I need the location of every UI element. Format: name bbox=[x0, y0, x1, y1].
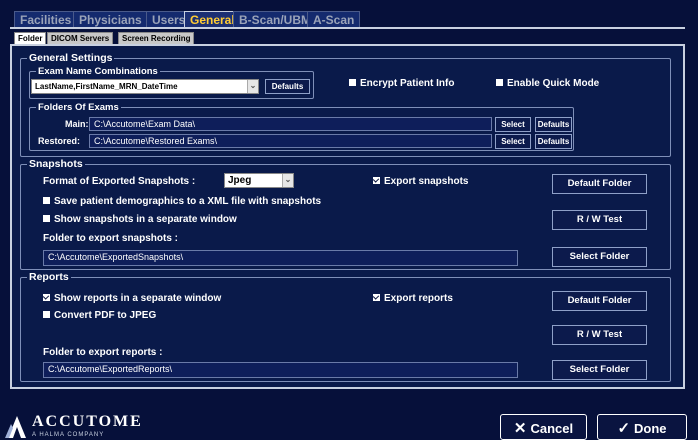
convert-pdf-checkbox[interactable] bbox=[43, 311, 50, 318]
logo-text: ACCUTOME bbox=[32, 413, 143, 430]
quick-mode-label: Enable Quick Mode bbox=[507, 78, 600, 89]
restored-folder-label: Restored: bbox=[38, 136, 81, 146]
restored-folder-field[interactable]: C:\Accutome\Restored Exams\ bbox=[89, 134, 492, 148]
chevron-down-icon: ⌄ bbox=[282, 174, 293, 187]
reports-select-folder-button[interactable]: Select Folder bbox=[552, 360, 647, 380]
general-settings-title: General Settings bbox=[27, 52, 115, 65]
snapshot-format-select[interactable]: Jpeg ⌄ bbox=[224, 173, 294, 188]
encrypt-patient-info-option[interactable]: Encrypt Patient Info bbox=[349, 78, 454, 90]
show-reports-checkbox[interactable] bbox=[43, 294, 50, 301]
save-demographics-checkbox[interactable] bbox=[43, 197, 50, 204]
convert-pdf-label: Convert PDF to JPEG bbox=[54, 310, 157, 321]
quick-mode-checkbox[interactable] bbox=[496, 79, 503, 86]
done-button[interactable]: ✓ Done bbox=[597, 414, 687, 440]
export-reports-option[interactable]: Export reports bbox=[373, 293, 453, 305]
tab-divider bbox=[10, 27, 685, 29]
tab-ascan[interactable]: A-Scan bbox=[307, 11, 361, 27]
exam-name-combinations-title: Exam Name Combinations bbox=[36, 65, 160, 78]
tab-physicians[interactable]: Physicians bbox=[73, 11, 148, 27]
main-select-button[interactable]: Select bbox=[495, 117, 531, 132]
snapshot-format-value: Jpeg bbox=[228, 175, 252, 186]
save-demographics-label: Save patient demographics to a XML file … bbox=[54, 196, 322, 207]
checkmark-icon: ✓ bbox=[617, 420, 631, 437]
folders-of-exams-group: Folders Of Exams Main: C:\Accutome\Exam … bbox=[29, 101, 574, 151]
export-snapshots-checkbox[interactable] bbox=[373, 177, 380, 184]
folder-settings-panel: General Settings Exam Name Combinations … bbox=[10, 44, 685, 389]
export-snapshots-option[interactable]: Export snapshots bbox=[373, 176, 468, 188]
accutome-logo: ACCUTOME A HALMA COMPANY bbox=[4, 408, 174, 440]
main-folder-label: Main: bbox=[65, 119, 89, 129]
main-defaults-button[interactable]: Defaults bbox=[535, 117, 572, 132]
convert-pdf-option[interactable]: Convert PDF to JPEG bbox=[43, 310, 156, 322]
accutome-logo-icon bbox=[5, 416, 26, 438]
show-reports-label: Show reports in a separate window bbox=[54, 293, 222, 304]
show-snapshots-checkbox[interactable] bbox=[43, 215, 50, 222]
encrypt-checkbox[interactable] bbox=[349, 79, 356, 86]
reports-default-folder-button[interactable]: Default Folder bbox=[552, 291, 647, 311]
restored-select-button[interactable]: Select bbox=[495, 134, 531, 149]
exam-name-defaults-button[interactable]: Defaults bbox=[265, 79, 310, 94]
done-label: Done bbox=[634, 421, 667, 436]
tab-facilities[interactable]: Facilities bbox=[14, 11, 78, 27]
folders-of-exams-title: Folders Of Exams bbox=[36, 101, 121, 114]
main-folder-field[interactable]: C:\Accutome\Exam Data\ bbox=[89, 117, 492, 131]
snapshots-rw-test-button[interactable]: R / W Test bbox=[552, 210, 647, 230]
snapshots-default-folder-button[interactable]: Default Folder bbox=[552, 174, 647, 194]
chevron-down-icon: ⌄ bbox=[247, 80, 258, 93]
encrypt-label: Encrypt Patient Info bbox=[360, 78, 455, 89]
show-reports-separate-option[interactable]: Show reports in a separate window bbox=[43, 293, 221, 305]
restored-defaults-button[interactable]: Defaults bbox=[535, 134, 572, 149]
snapshots-title: Snapshots bbox=[27, 158, 85, 171]
save-demographics-option[interactable]: Save patient demographics to a XML file … bbox=[43, 196, 321, 208]
export-reports-checkbox[interactable] bbox=[373, 294, 380, 301]
logo-subtext: A HALMA COMPANY bbox=[32, 432, 105, 438]
reports-title: Reports bbox=[27, 271, 71, 284]
tab-bscan-ubm[interactable]: B-Scan/UBM bbox=[233, 11, 318, 27]
cancel-label: Cancel bbox=[530, 421, 574, 436]
snapshot-folder-field[interactable]: C:\Accutome\ExportedSnapshots\ bbox=[43, 250, 518, 266]
show-snapshots-separate-option[interactable]: Show snapshots in a separate window bbox=[43, 214, 237, 226]
cancel-button[interactable]: ✕ Cancel bbox=[500, 414, 587, 440]
reports-folder-field[interactable]: C:\Accutome\ExportedReports\ bbox=[43, 362, 518, 378]
snapshots-group: Snapshots Format of Exported Snapshots :… bbox=[20, 158, 671, 270]
close-icon: ✕ bbox=[513, 420, 527, 437]
exam-name-select[interactable]: LastName,FirstName_MRN_DateTime ⌄ bbox=[31, 79, 259, 94]
snapshot-format-label: Format of Exported Snapshots : bbox=[43, 176, 196, 187]
enable-quick-mode-option[interactable]: Enable Quick Mode bbox=[496, 78, 599, 90]
export-snapshots-label: Export snapshots bbox=[384, 176, 469, 187]
general-settings-group: General Settings Exam Name Combinations … bbox=[20, 52, 671, 157]
snapshot-folder-label: Folder to export snapshots : bbox=[43, 233, 179, 244]
reports-folder-label: Folder to export reports : bbox=[43, 347, 163, 358]
show-snapshots-label: Show snapshots in a separate window bbox=[54, 214, 237, 225]
exam-name-combinations-group: Exam Name Combinations LastName,FirstNam… bbox=[29, 65, 314, 99]
exam-name-selected: LastName,FirstName_MRN_DateTime bbox=[35, 82, 178, 91]
reports-group: Reports Show reports in a separate windo… bbox=[20, 271, 671, 382]
snapshots-select-folder-button[interactable]: Select Folder bbox=[552, 247, 647, 267]
reports-rw-test-button[interactable]: R / W Test bbox=[552, 325, 647, 345]
export-reports-label: Export reports bbox=[384, 293, 453, 304]
